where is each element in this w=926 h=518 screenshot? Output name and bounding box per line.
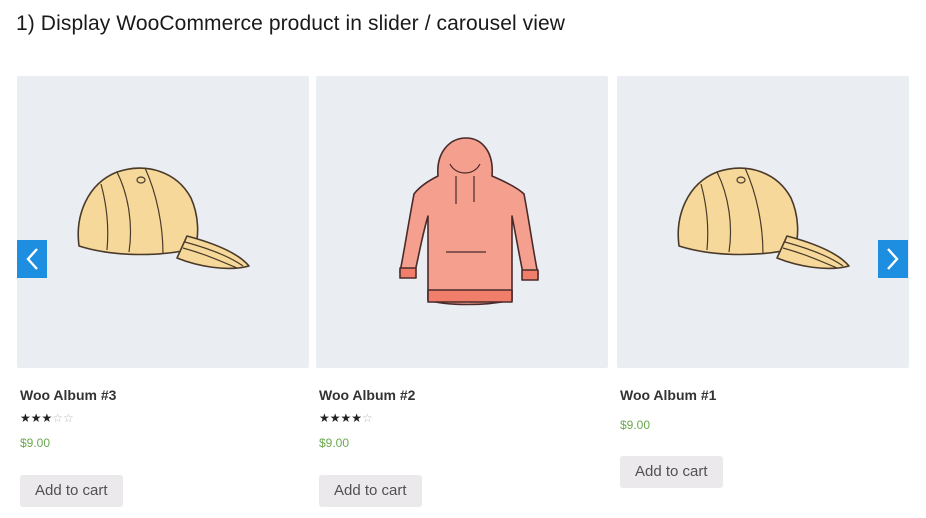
product-price: $9.00 [319,436,350,450]
product-image[interactable] [617,76,909,368]
product-title[interactable]: Woo Album #1 [620,387,716,403]
add-to-cart-button[interactable]: Add to cart [20,475,123,507]
cap-icon [77,167,250,270]
product-price: $9.00 [620,418,651,432]
chevron-right-icon [887,248,899,270]
star-rating: ★★★☆☆ [20,411,74,425]
product-card: Woo Album #2 ★★★★☆ $9.00 Add to cart [316,76,608,507]
cap-icon [677,167,850,270]
product-price: $9.00 [20,436,51,450]
product-title[interactable]: Woo Album #2 [319,387,415,403]
product-image[interactable] [17,76,309,368]
product-title[interactable]: Woo Album #3 [20,387,116,403]
add-to-cart-button[interactable]: Add to cart [620,456,723,488]
carousel-page: 1) Display WooCommerce product in slider… [0,0,926,518]
product-card: Woo Album #3 ★★★☆☆ $9.00 Add to cart [17,76,309,507]
carousel-prev-button[interactable] [17,240,47,278]
product-image[interactable] [316,76,608,368]
product-card: Woo Album #1 $9.00 Add to cart [617,76,909,488]
carousel-next-button[interactable] [878,240,908,278]
chevron-left-icon [26,248,38,270]
section-heading: 1) Display WooCommerce product in slider… [16,12,566,35]
add-to-cart-button[interactable]: Add to cart [319,475,422,507]
hoodie-icon [399,137,539,306]
star-rating: ★★★★☆ [319,411,373,425]
